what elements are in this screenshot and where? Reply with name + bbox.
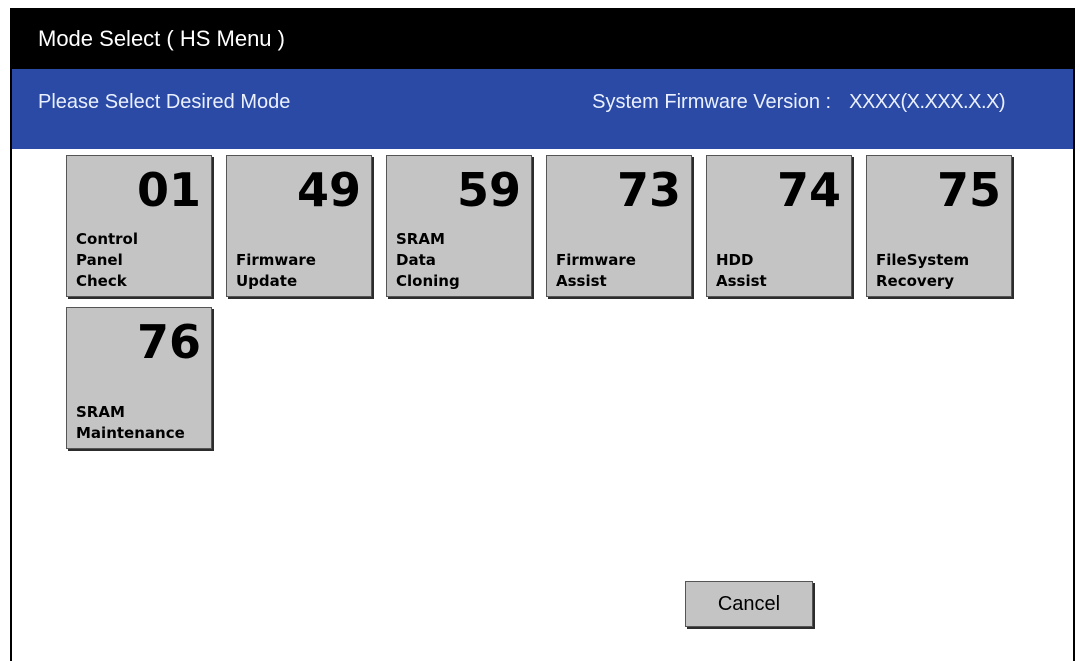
mode-01-button[interactable]: 01 Control Panel Check	[66, 155, 212, 297]
firmware-version-value: XXXX(X.XXX.X.X)	[849, 91, 1005, 113]
mode-label: Firmware Update	[236, 251, 316, 290]
mode-number: 01	[136, 163, 201, 217]
mode-label: FileSystem Recovery	[876, 251, 970, 290]
mode-label: SRAM Maintenance	[76, 403, 185, 442]
firmware-version-label: System Firmware Version :	[592, 91, 832, 113]
mode-49-button[interactable]: 49 Firmware Update	[226, 155, 372, 297]
mode-number: 75	[936, 163, 1001, 217]
mode-label: SRAM Data Cloning	[396, 230, 460, 290]
mode-label: Firmware Assist	[556, 251, 636, 290]
mode-number: 74	[776, 163, 841, 217]
select-mode-prompt: Please Select Desired Mode	[38, 91, 291, 113]
mode-number: 59	[456, 163, 521, 217]
mode-label: HDD Assist	[716, 251, 767, 290]
firmware-version: System Firmware Version : XXXX(X.XXX.X.X)	[592, 69, 1005, 135]
mode-number: 76	[136, 315, 201, 369]
mode-label: Control Panel Check	[76, 230, 139, 290]
mode-number: 49	[296, 163, 361, 217]
header-bar: Please Select Desired Mode System Firmwa…	[12, 69, 1073, 149]
mode-75-button[interactable]: 75 FileSystem Recovery	[866, 155, 1012, 297]
mode-number: 73	[616, 163, 681, 217]
mode-59-button[interactable]: 59 SRAM Data Cloning	[386, 155, 532, 297]
mode-76-button[interactable]: 76 SRAM Maintenance	[66, 307, 212, 449]
mode-73-button[interactable]: 73 Firmware Assist	[546, 155, 692, 297]
cancel-button[interactable]: Cancel	[685, 581, 813, 627]
window-title: Mode Select ( HS Menu )	[12, 8, 1073, 69]
mode-74-button[interactable]: 74 HDD Assist	[706, 155, 852, 297]
